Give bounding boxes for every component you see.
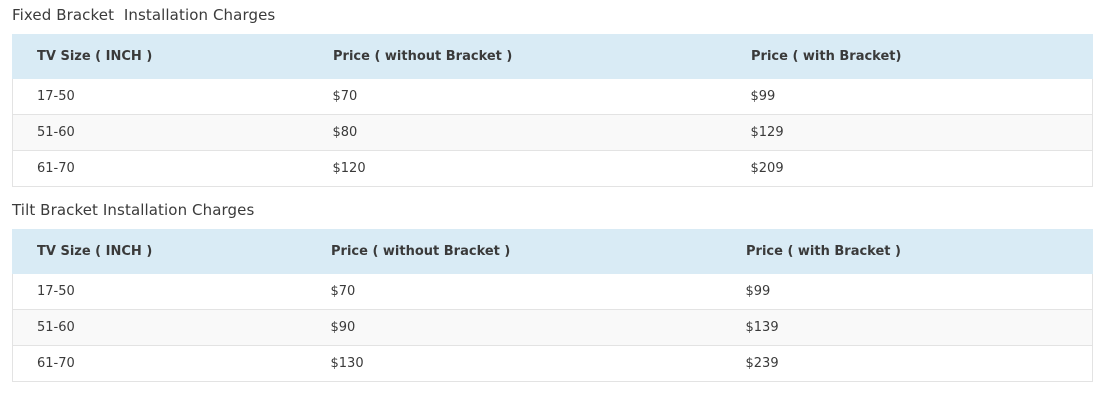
table-row: 61-70 $130 $239 bbox=[12, 345, 1093, 382]
price-with-bracket-cell: $99 bbox=[726, 78, 1093, 115]
fixed-bracket-title: Fixed Bracket Installation Charges bbox=[12, 6, 276, 24]
tv-size-cell: 17-50 bbox=[12, 78, 309, 115]
table-row: 61-70 $120 $209 bbox=[12, 150, 1093, 187]
table-header-row: TV Size ( INCH ) Price ( without Bracket… bbox=[12, 34, 1093, 79]
price-without-bracket-cell: $70 bbox=[306, 273, 722, 310]
tv-size-cell: 61-70 bbox=[12, 345, 307, 382]
price-without-bracket-cell: $70 bbox=[308, 78, 727, 115]
column-header-tv-size: TV Size ( INCH ) bbox=[12, 229, 307, 274]
price-with-bracket-cell: $239 bbox=[721, 345, 1093, 382]
price-with-bracket-cell: $129 bbox=[726, 114, 1093, 151]
table-row: 17-50 $70 $99 bbox=[12, 78, 1093, 115]
table-row: 51-60 $90 $139 bbox=[12, 309, 1093, 346]
column-header-price-with-bracket: Price ( with Bracket ) bbox=[721, 229, 1093, 274]
column-header-price-without-bracket: Price ( without Bracket ) bbox=[308, 34, 727, 79]
price-without-bracket-cell: $130 bbox=[306, 345, 722, 382]
price-with-bracket-cell: $99 bbox=[721, 273, 1093, 310]
column-header-price-without-bracket: Price ( without Bracket ) bbox=[306, 229, 722, 274]
table-header-row: TV Size ( INCH ) Price ( without Bracket… bbox=[12, 229, 1093, 274]
tilt-bracket-price-table: TV Size ( INCH ) Price ( without Bracket… bbox=[12, 229, 1093, 382]
price-without-bracket-cell: $90 bbox=[306, 309, 722, 346]
price-without-bracket-cell: $120 bbox=[308, 150, 727, 187]
price-without-bracket-cell: $80 bbox=[308, 114, 727, 151]
price-with-bracket-cell: $209 bbox=[726, 150, 1093, 187]
tv-size-cell: 51-60 bbox=[12, 114, 309, 151]
tilt-bracket-title: Tilt Bracket Installation Charges bbox=[12, 201, 255, 219]
price-with-bracket-cell: $139 bbox=[721, 309, 1093, 346]
table-row: 51-60 $80 $129 bbox=[12, 114, 1093, 151]
table-row: 17-50 $70 $99 bbox=[12, 273, 1093, 310]
tv-size-cell: 51-60 bbox=[12, 309, 307, 346]
fixed-bracket-price-table: TV Size ( INCH ) Price ( without Bracket… bbox=[12, 34, 1093, 187]
tv-size-cell: 17-50 bbox=[12, 273, 307, 310]
column-header-price-with-bracket: Price ( with Bracket) bbox=[726, 34, 1093, 79]
column-header-tv-size: TV Size ( INCH ) bbox=[12, 34, 309, 79]
tv-size-cell: 61-70 bbox=[12, 150, 309, 187]
